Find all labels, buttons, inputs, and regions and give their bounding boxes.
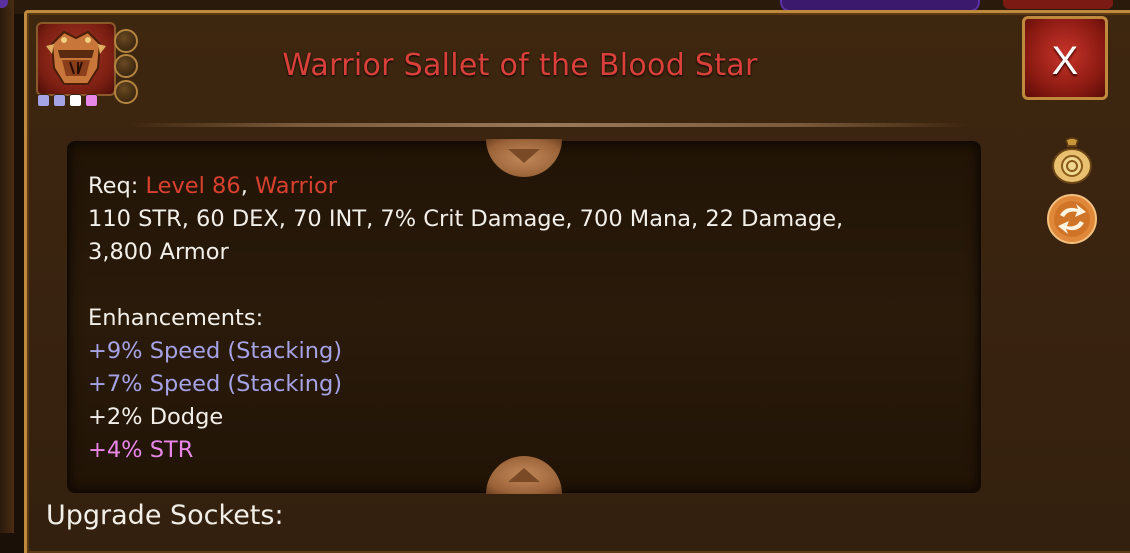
- req-class: Warrior: [255, 173, 337, 199]
- helmet-icon[interactable]: [36, 22, 116, 96]
- stat-requirements-cont: 3,800 Armor: [88, 239, 229, 265]
- stat-requirements: 110 STR, 60 DEX, 70 INT, 7% Crit Damage,…: [88, 206, 844, 232]
- item-title: Warrior Sallet of the Blood Star: [282, 48, 758, 83]
- enhancements-heading: Enhancements:: [88, 305, 264, 331]
- rarity-pip: [69, 94, 82, 107]
- rarity-pip: [85, 94, 98, 107]
- item-stats: Req: Level 86, Warrior 110 STR, 60 DEX, …: [88, 170, 968, 467]
- req-prefix: Req:: [88, 173, 139, 199]
- title-divider: [128, 123, 968, 127]
- req-level: Level 86: [145, 173, 241, 199]
- enhancement-item: +9% Speed (Stacking): [88, 338, 343, 364]
- gold-bag-icon[interactable]: [1049, 136, 1095, 188]
- enhancement-item: +7% Speed (Stacking): [88, 371, 343, 397]
- rarity-pips: [37, 94, 98, 107]
- socket-slot-1: [114, 29, 138, 53]
- left-frame-edge: [0, 0, 14, 533]
- top-tab-red[interactable]: [1003, 0, 1113, 9]
- req-separator: ,: [240, 173, 248, 199]
- rarity-pip: [53, 94, 66, 107]
- socket-slot-3: [114, 80, 138, 104]
- socket-slot-2: [114, 54, 138, 78]
- enhancement-item: +2% Dodge: [88, 404, 224, 430]
- upgrade-sockets-label: Upgrade Sockets:: [46, 500, 284, 531]
- requirements-line: Req: Level 86, Warrior: [88, 170, 968, 203]
- rarity-pip: [37, 94, 50, 107]
- close-button[interactable]: X: [1022, 16, 1108, 100]
- swap-icon[interactable]: [1046, 193, 1098, 249]
